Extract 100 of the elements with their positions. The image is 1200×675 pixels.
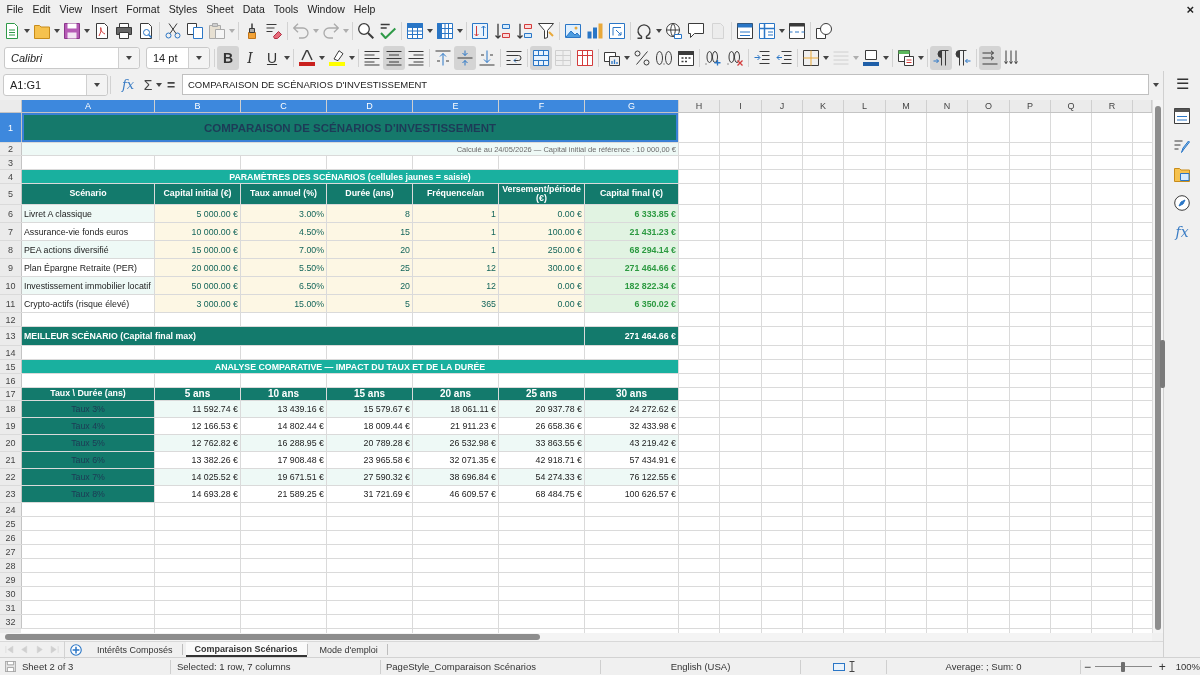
menu-item[interactable]: Styles	[164, 2, 202, 16]
copy-icon[interactable]	[187, 23, 203, 39]
save-icon[interactable]	[64, 23, 80, 39]
caret-icon[interactable]	[427, 29, 433, 33]
align-center-button[interactable]	[383, 45, 405, 70]
caret-icon[interactable]	[349, 55, 355, 60]
text-horizontal-button[interactable]	[979, 45, 1001, 70]
dropdown-button[interactable]	[188, 47, 209, 68]
overlapping-windows-icon[interactable]	[898, 49, 914, 66]
scissors-icon[interactable]	[165, 23, 181, 39]
calendar-icon[interactable]	[678, 49, 694, 66]
lines-eraser-icon[interactable]	[266, 23, 282, 39]
function-wizard-button[interactable]: fx	[117, 77, 139, 92]
bar-chart-icon[interactable]	[587, 23, 603, 39]
menu-item[interactable]: Format	[121, 2, 165, 16]
plus-circle-icon[interactable]	[70, 643, 82, 656]
column-header[interactable]: L	[844, 100, 886, 112]
column-header[interactable]: J	[762, 100, 803, 112]
language-text[interactable]: English (USA)	[670, 661, 731, 672]
caret-icon[interactable]	[156, 82, 162, 87]
spreadsheet-document-icon[interactable]	[4, 23, 20, 39]
menu-item[interactable]: Sheet	[201, 2, 239, 16]
scrollbar-thumb[interactable]	[5, 634, 540, 640]
caret-icon[interactable]	[656, 29, 662, 33]
dropdown-button[interactable]	[118, 47, 139, 68]
menu-item[interactable]: Insert	[86, 2, 122, 16]
percent-icon[interactable]	[634, 49, 650, 66]
column-header[interactable]: A	[22, 100, 155, 112]
sidebar-menu-button[interactable]: ☰	[1175, 71, 1189, 97]
funnel-icon[interactable]	[538, 23, 554, 39]
caret-icon[interactable]	[823, 55, 829, 60]
pdf-document-icon[interactable]	[94, 23, 110, 39]
caret-icon[interactable]	[883, 55, 889, 60]
italic-button[interactable]: I	[239, 45, 261, 70]
increase-indent-icon[interactable]	[754, 49, 770, 66]
column-header[interactable]: G	[585, 100, 679, 112]
caret-icon[interactable]	[918, 55, 924, 60]
frame-color-icon[interactable]	[863, 49, 879, 66]
print-preview-icon[interactable]	[138, 23, 154, 39]
font-color-icon[interactable]	[299, 49, 315, 66]
column-header[interactable]: H	[679, 100, 720, 112]
formula-input-field[interactable]: COMPARAISON DE SCÉNARIOS D'INVESTISSEMENT	[182, 74, 1149, 95]
menu-item[interactable]: File	[2, 2, 28, 16]
column-header[interactable]: Q	[1051, 100, 1092, 112]
align-middle-button[interactable]	[454, 45, 476, 70]
text-cursor-icon[interactable]	[848, 661, 855, 672]
scrollbar-thumb[interactable]	[1155, 106, 1161, 630]
sheet-tab[interactable]: Comparaison Scénarios	[185, 642, 307, 657]
shapes-icon[interactable]	[816, 23, 832, 39]
sum-button[interactable]: Σ	[141, 76, 155, 93]
column-header[interactable]: O	[968, 100, 1010, 112]
borders-icon[interactable]	[803, 49, 819, 66]
caret-icon[interactable]	[284, 55, 290, 60]
sort-ascending-icon[interactable]	[494, 23, 510, 39]
globe-link-icon[interactable]	[666, 23, 682, 39]
caret-icon[interactable]	[126, 55, 132, 60]
menu-item[interactable]: Edit	[27, 2, 55, 16]
name-box-field[interactable]: A1:G1	[3, 73, 108, 96]
merge-center-button[interactable]	[530, 45, 552, 70]
search-icon[interactable]	[358, 23, 374, 39]
bold-button[interactable]: B	[217, 45, 239, 70]
caret-icon[interactable]	[779, 29, 785, 33]
left-to-right-button[interactable]	[930, 45, 952, 70]
vertical-scrollbar[interactable]	[1152, 100, 1163, 633]
up-down-arrows-icon[interactable]	[472, 23, 488, 39]
decimal-number-icon[interactable]	[656, 49, 672, 66]
column-header[interactable]: N	[927, 100, 968, 112]
menu-item[interactable]: Window	[302, 2, 350, 16]
caret-icon[interactable]	[319, 55, 325, 60]
column-header[interactable]: F	[499, 100, 585, 112]
column-header[interactable]: B	[155, 100, 241, 112]
image-icon[interactable]	[565, 23, 581, 39]
table-grid-icon[interactable]	[759, 23, 775, 39]
decrease-indent-icon[interactable]	[776, 49, 792, 66]
column-header[interactable]: I	[720, 100, 762, 112]
menu-item[interactable]: Help	[349, 2, 380, 16]
sheet-tab[interactable]: Intérêts Composés	[88, 642, 182, 657]
horizontal-scrollbar[interactable]	[0, 633, 1152, 641]
menu-item[interactable]: Data	[238, 2, 270, 16]
caret-icon[interactable]	[457, 29, 463, 33]
font-name-field[interactable]: Calibri	[4, 46, 140, 69]
zoom-out-button[interactable]: −	[1083, 659, 1092, 674]
caret-icon[interactable]	[1153, 82, 1159, 87]
caret-icon[interactable]	[94, 82, 100, 87]
column-header[interactable]: M	[886, 100, 927, 112]
column-header[interactable]: K	[803, 100, 844, 112]
font-size-field[interactable]: 14 pt	[146, 46, 210, 69]
functions-button[interactable]: fx	[1175, 217, 1189, 246]
column-header[interactable]: E	[413, 100, 499, 112]
add-decimal-icon[interactable]	[705, 49, 721, 66]
caret-icon[interactable]	[624, 55, 630, 60]
column-header[interactable]: P	[1010, 100, 1051, 112]
wrap-text-icon[interactable]	[506, 49, 522, 66]
folder-image-icon[interactable]	[1174, 165, 1190, 182]
zoom-in-button[interactable]: +	[1157, 659, 1167, 674]
close-button[interactable]: ×	[1186, 2, 1194, 16]
highlighter-icon[interactable]	[329, 49, 345, 66]
table-rows-icon[interactable]	[407, 23, 423, 39]
slider-thumb[interactable]	[1121, 661, 1126, 672]
underline-button[interactable]: U	[261, 45, 283, 70]
